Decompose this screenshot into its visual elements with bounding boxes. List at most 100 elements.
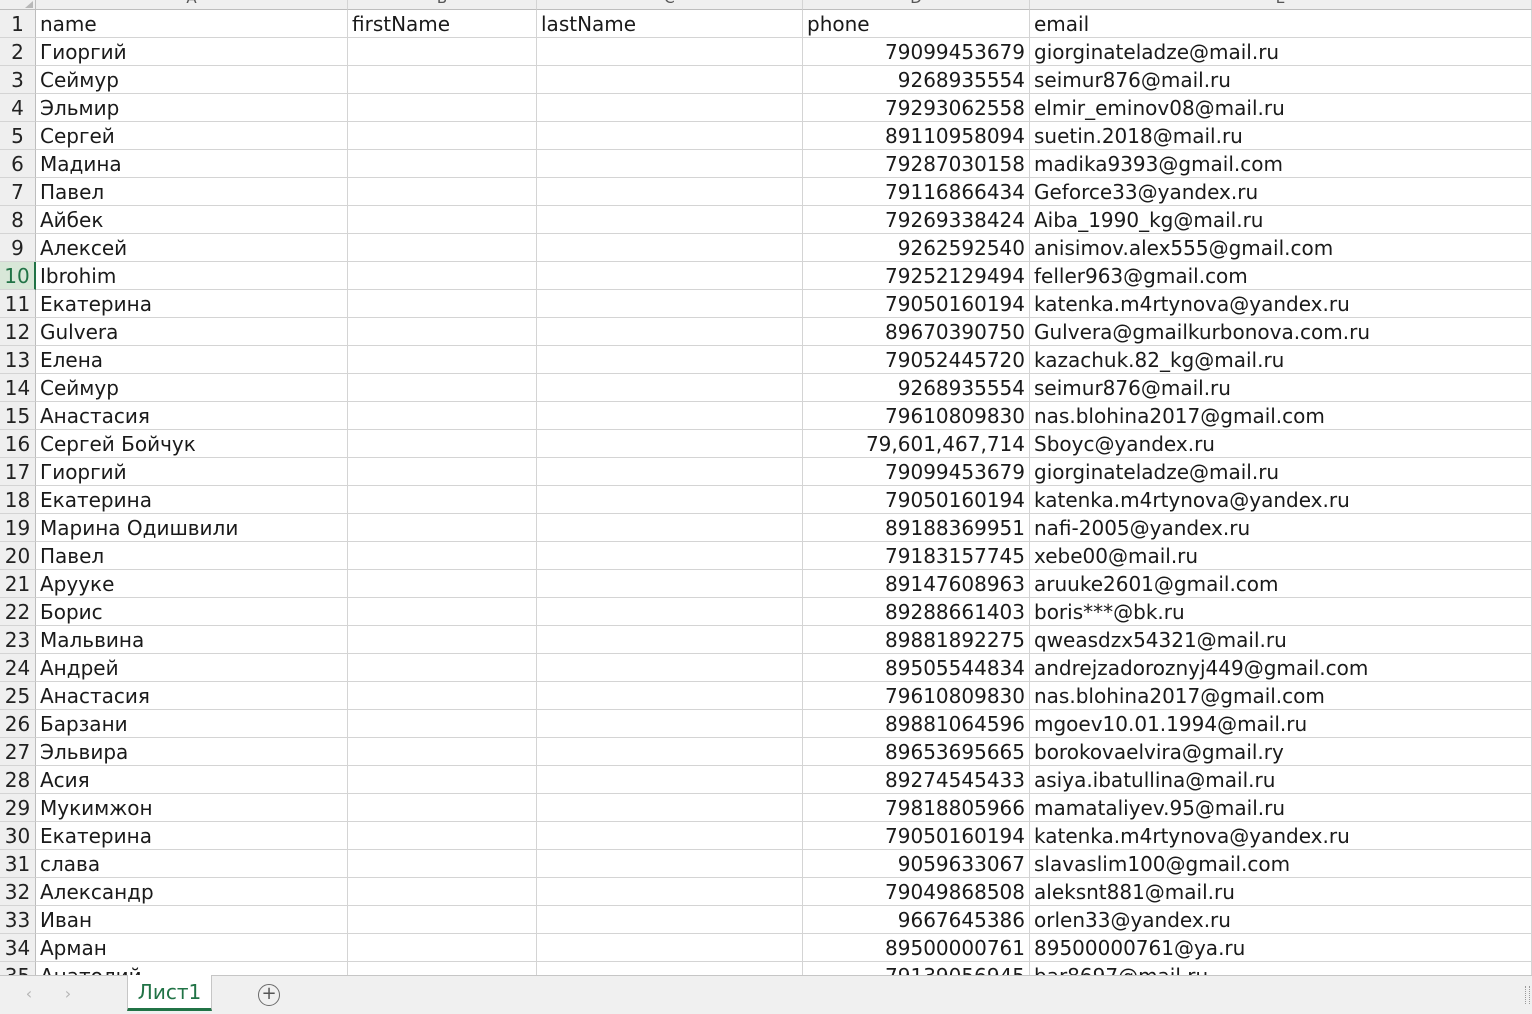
- cell-name[interactable]: Асия: [36, 766, 348, 794]
- next-sheet-icon[interactable]: ›: [60, 985, 76, 1003]
- cell-firstname[interactable]: [348, 486, 537, 514]
- row-number[interactable]: 10: [0, 262, 36, 290]
- cell-header-name[interactable]: name: [36, 10, 348, 38]
- cell-firstname[interactable]: [348, 346, 537, 374]
- cell-name[interactable]: Анастасия: [36, 682, 348, 710]
- column-header-c[interactable]: C: [537, 0, 803, 10]
- row-number[interactable]: 25: [0, 682, 36, 710]
- cell-email[interactable]: xebe00@mail.ru: [1030, 542, 1532, 570]
- column-header-a[interactable]: A: [36, 0, 348, 10]
- cell-email[interactable]: nas.blohina2017@gmail.com: [1030, 402, 1532, 430]
- cell-name[interactable]: Сеймур: [36, 374, 348, 402]
- cell-email[interactable]: giorginateladze@mail.ru: [1030, 458, 1532, 486]
- cell-name[interactable]: Анастасия: [36, 402, 348, 430]
- cell-firstname[interactable]: [348, 458, 537, 486]
- cell-email[interactable]: andrejzadoroznyj449@gmail.com: [1030, 654, 1532, 682]
- cell-lastname[interactable]: [537, 178, 803, 206]
- cell-firstname[interactable]: [348, 374, 537, 402]
- cell-email[interactable]: borokovaelvira@gmail.ry: [1030, 738, 1532, 766]
- cell-phone[interactable]: 9268935554: [803, 66, 1030, 94]
- prev-sheet-icon[interactable]: ‹: [21, 985, 37, 1003]
- cell-phone[interactable]: 79183157745: [803, 542, 1030, 570]
- row-number[interactable]: 2: [0, 38, 36, 66]
- cell-email[interactable]: suetin.2018@mail.ru: [1030, 122, 1532, 150]
- cell-phone[interactable]: 9667645386: [803, 906, 1030, 934]
- row-number[interactable]: 31: [0, 850, 36, 878]
- cell-email[interactable]: Aiba_1990_kg@mail.ru: [1030, 206, 1532, 234]
- cell-phone[interactable]: 79610809830: [803, 402, 1030, 430]
- cell-phone[interactable]: 89670390750: [803, 318, 1030, 346]
- cell-lastname[interactable]: [537, 822, 803, 850]
- cell-lastname[interactable]: [537, 94, 803, 122]
- row-number[interactable]: 14: [0, 374, 36, 402]
- cell-firstname[interactable]: [348, 318, 537, 346]
- cell-email[interactable]: seimur876@mail.ru: [1030, 66, 1532, 94]
- cell-phone[interactable]: 9268935554: [803, 374, 1030, 402]
- cell-name[interactable]: Гиоргий: [36, 38, 348, 66]
- cell-firstname[interactable]: [348, 822, 537, 850]
- cell-email[interactable]: Sboyc@yandex.ru: [1030, 430, 1532, 458]
- select-all-corner[interactable]: [0, 0, 36, 10]
- spreadsheet-grid[interactable]: A B C D E 1 name firstName lastName phon…: [0, 0, 1532, 975]
- cell-firstname[interactable]: [348, 66, 537, 94]
- cell-lastname[interactable]: [537, 486, 803, 514]
- cell-name[interactable]: Мальвина: [36, 626, 348, 654]
- row-number[interactable]: 33: [0, 906, 36, 934]
- cell-phone[interactable]: 89505544834: [803, 654, 1030, 682]
- cell-lastname[interactable]: [537, 934, 803, 962]
- cell-name[interactable]: Ibrohim: [36, 262, 348, 290]
- cell-lastname[interactable]: [537, 878, 803, 906]
- cell-name[interactable]: Сергей Бойчук: [36, 430, 348, 458]
- add-sheet-icon[interactable]: +: [258, 984, 280, 1006]
- cell-firstname[interactable]: [348, 962, 537, 975]
- cell-email[interactable]: qweasdzx54321@mail.ru: [1030, 626, 1532, 654]
- cell-lastname[interactable]: [537, 738, 803, 766]
- row-number[interactable]: 34: [0, 934, 36, 962]
- cell-firstname[interactable]: [348, 122, 537, 150]
- row-number[interactable]: 23: [0, 626, 36, 654]
- row-number[interactable]: 27: [0, 738, 36, 766]
- cell-lastname[interactable]: [537, 654, 803, 682]
- cell-lastname[interactable]: [537, 234, 803, 262]
- cell-lastname[interactable]: [537, 66, 803, 94]
- cell-lastname[interactable]: [537, 850, 803, 878]
- row-number[interactable]: 20: [0, 542, 36, 570]
- cell-phone[interactable]: 79052445720: [803, 346, 1030, 374]
- cell-name[interactable]: Арман: [36, 934, 348, 962]
- cell-firstname[interactable]: [348, 542, 537, 570]
- cell-lastname[interactable]: [537, 290, 803, 318]
- cell-firstname[interactable]: [348, 234, 537, 262]
- cell-phone[interactable]: 89147608963: [803, 570, 1030, 598]
- cell-name[interactable]: слава: [36, 850, 348, 878]
- cell-firstname[interactable]: [348, 766, 537, 794]
- cell-lastname[interactable]: [537, 962, 803, 975]
- cell-lastname[interactable]: [537, 598, 803, 626]
- cell-phone[interactable]: 89110958094: [803, 122, 1030, 150]
- cell-name[interactable]: Сергей: [36, 122, 348, 150]
- column-header-e[interactable]: E: [1030, 0, 1532, 10]
- row-number[interactable]: 19: [0, 514, 36, 542]
- cell-name[interactable]: Эльмир: [36, 94, 348, 122]
- cell-name[interactable]: Елена: [36, 346, 348, 374]
- row-number[interactable]: 5: [0, 122, 36, 150]
- cell-lastname[interactable]: [537, 430, 803, 458]
- cell-phone[interactable]: 79269338424: [803, 206, 1030, 234]
- cell-lastname[interactable]: [537, 262, 803, 290]
- cell-firstname[interactable]: [348, 654, 537, 682]
- cell-name[interactable]: Павел: [36, 542, 348, 570]
- cell-phone[interactable]: 79287030158: [803, 150, 1030, 178]
- cell-firstname[interactable]: [348, 262, 537, 290]
- cell-firstname[interactable]: [348, 178, 537, 206]
- row-number[interactable]: 9: [0, 234, 36, 262]
- cell-firstname[interactable]: [348, 94, 537, 122]
- column-header-b[interactable]: B: [348, 0, 537, 10]
- row-number[interactable]: 30: [0, 822, 36, 850]
- cell-firstname[interactable]: [348, 206, 537, 234]
- cell-email[interactable]: Gulvera@gmailkurbonova.com.ru: [1030, 318, 1532, 346]
- cell-phone[interactable]: 79049868508: [803, 878, 1030, 906]
- cell-firstname[interactable]: [348, 794, 537, 822]
- cell-firstname[interactable]: [348, 738, 537, 766]
- cell-email[interactable]: Geforce33@yandex.ru: [1030, 178, 1532, 206]
- cell-email[interactable]: mamataliyev.95@mail.ru: [1030, 794, 1532, 822]
- cell-phone[interactable]: 79,601,467,714: [803, 430, 1030, 458]
